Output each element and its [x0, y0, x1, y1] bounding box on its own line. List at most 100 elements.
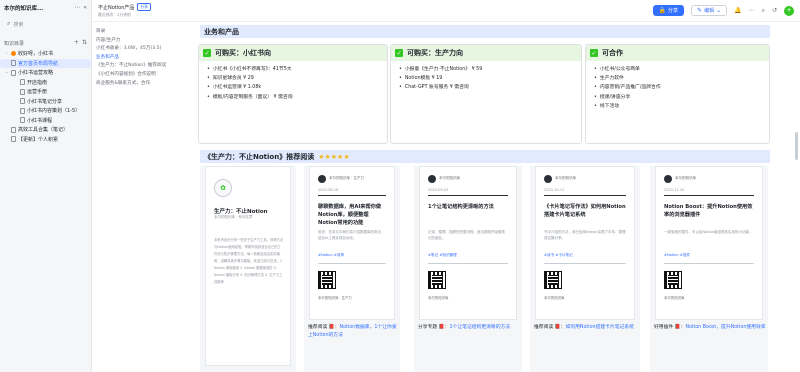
sidebar-item[interactable]: 小红书笔记分享: [0, 97, 91, 107]
divider: [428, 263, 508, 264]
sidebar-item[interactable]: 运营手册: [0, 87, 91, 97]
author-name: 本尔的知识库: [675, 176, 696, 180]
sidebar-item-label: 运营手册: [27, 89, 48, 96]
collapse-icon[interactable]: «: [83, 5, 87, 11]
showcase-article-3[interactable]: 本尔的知识库 2023-10-11 《卡片笔记写作法》如何用Notion搭建卡片笔记…: [530, 166, 640, 372]
doc-title[interactable]: 不止Notion产品: [98, 4, 134, 11]
author-name: 本尔的知识库: [555, 176, 576, 180]
article-excerpt: 记录、整理、回顾的完整流程，适合刚刚开始做笔记的朋友。: [428, 230, 505, 240]
author-avatar: [318, 175, 326, 183]
search-icon: ⌕: [7, 20, 11, 27]
expand-arrow-icon[interactable]: ⌄: [4, 70, 9, 75]
business-card-cooperation: ✓ 可合作 小红书/公众号商单生产力软件内容营销/产品推广/品牌合作授课/讲座分享…: [585, 44, 770, 144]
sidebar-item-label: 官方首页布局导航: [18, 60, 59, 67]
toc-item[interactable]: 业务和产品: [96, 54, 192, 63]
edit-button[interactable]: ✎ 编辑 ⌄: [691, 5, 728, 16]
document-icon: [20, 88, 25, 95]
sidebar-item-label: 收好呀，小红书: [18, 51, 54, 58]
app: 本尔的知识库... ⋯ « ⌕ 搜索 知识目录 + ⇅ › 收好呀，小红书 官方首页…: [0, 0, 800, 372]
card-list-item: 模板/内容定制服务（面议） ¥ 需咨询: [207, 93, 379, 102]
card-list-item: 小报童《生产力·不止Notion》 ¥ 59: [399, 65, 573, 74]
sidebar-item[interactable]: 官方首页布局导航: [0, 58, 91, 68]
more-icon[interactable]: ⋯: [74, 5, 80, 11]
sidebar-item[interactable]: › 收好呀，小红书: [0, 49, 91, 59]
article-caption: 推荐阅读 📕：Notion数据库，1个让你爱上Notion的方法: [308, 324, 400, 339]
history-icon[interactable]: ↺: [772, 7, 777, 14]
article-footer: 本尔的知识库 · 生产力: [318, 296, 352, 300]
showcase-intro[interactable]: ✿ 生产力：不止Notion 本尔的知识库 · 系列文章 本系列旨在分享一些关于…: [200, 166, 296, 372]
sidebar-item[interactable]: 高效工具合集（笔记）: [0, 125, 91, 135]
card-list-item: 小红书《小红书不停再写》：41节5大: [207, 65, 379, 74]
check-icon: ✓: [203, 49, 211, 57]
toc-item[interactable]: 《生产力：不止Notion》推荐阅读: [96, 62, 192, 71]
article-caption: 好用插件 📕：Notion Boost，提升Notion使用效率: [654, 324, 768, 332]
intro-title: 生产力：不止Notion: [214, 209, 268, 215]
avatar[interactable]: +: [784, 5, 794, 16]
toc-item[interactable]: 内容/生产力: [96, 37, 192, 46]
divider: [664, 195, 754, 196]
sidebar-item-label: 开店指南: [27, 79, 48, 86]
notification-icon[interactable]: 🔔: [734, 7, 741, 14]
toc-item[interactable]: 《小红书内容规划》合作说明: [96, 71, 192, 80]
sidebar-header: 本尔的知识库... ⋯ «: [0, 0, 91, 16]
card-list-item: 授课/讲座分享: [594, 93, 761, 102]
card-list-item: 线下活动: [594, 102, 761, 111]
sidebar-item[interactable]: ⌄ 小红书运营攻略: [0, 68, 91, 78]
table-of-contents: 目录 内容/生产力 小红书收录：3.6W，45万(3.5) 业务和产品 《生产力：不止N…: [96, 28, 192, 88]
scrollbar[interactable]: [792, 22, 800, 372]
article-page: 本尔的知识库 2023-09-02 1个让笔记结构更清晰的方法 记录、整理、回顾的完整…: [419, 166, 517, 320]
expand-arrow-icon[interactable]: ›: [4, 51, 9, 56]
business-heading: 业务和产品: [200, 25, 770, 38]
sidebar-item[interactable]: 【更新】个人积累: [0, 135, 91, 145]
document-icon: [20, 98, 25, 105]
showcase-article-1[interactable]: 本尔的知识库 · 生产力 2023-08-16 聊聊数据库，用AI来帮你做Notio…: [304, 166, 400, 372]
business-heading-text: 业务和产品: [204, 27, 239, 36]
showcase-article-4[interactable]: 本尔的知识库 2023-11-20 Notion Boost：提升Notion使用效…: [650, 166, 768, 372]
toc-item[interactable]: 小红书收录：3.6W，45万(3.5): [96, 45, 192, 54]
caption-link[interactable]: Notion Boost，提升Notion使用效率: [685, 325, 765, 330]
caption-link[interactable]: 1个让笔记结构更清晰的方法: [449, 325, 510, 330]
article-footer: 本尔的知识库: [544, 296, 565, 300]
share-button[interactable]: 🔒 分享: [652, 5, 685, 16]
divider: [544, 195, 626, 196]
doc-subtitle: 最近修改：2分钟前: [98, 12, 131, 17]
document-icon: [11, 126, 16, 133]
author-avatar: [544, 175, 552, 183]
toc-item[interactable]: 商业服务&联系方式，合作: [96, 80, 192, 89]
section-label: 知识目录: [4, 40, 25, 47]
divider: [318, 263, 386, 264]
workspace-title[interactable]: 本尔的知识库...: [4, 4, 71, 12]
lock-icon: 🔒: [658, 6, 667, 14]
document-icon: [20, 117, 25, 124]
showcase-article-2[interactable]: 本尔的知识库 2023-09-02 1个让笔记结构更清晰的方法 记录、整理、回顾的完整…: [414, 166, 522, 372]
sidebar-item-label: 小红书笔记分享: [27, 98, 63, 105]
sidebar-section: 知识目录 + ⇅: [0, 37, 91, 49]
scrollbar-thumb[interactable]: [795, 132, 798, 160]
article-caption: 分享专题 📕：1个让笔记结构更清晰的方法: [418, 324, 522, 332]
card-title: 可购买：小红书向: [215, 49, 271, 57]
article-tag: #Notion #插件: [664, 253, 691, 257]
card-list-item: 知识星球会员 ¥ 29: [207, 74, 379, 83]
search-icon[interactable]: ⌕: [762, 7, 765, 14]
sidebar-item[interactable]: 开店指南: [0, 78, 91, 88]
article-excerpt: 书中介绍的方法，我已经用Notion实践了半年，整理成这篇分享。: [544, 230, 626, 240]
edit-icon: ✎: [697, 6, 703, 14]
sidebar-item[interactable]: 小红书课程: [0, 116, 91, 126]
article-date: 2023-08-16: [318, 188, 339, 192]
article-tag: #读书 #卡片笔记: [544, 253, 573, 257]
emoji-icon: [11, 51, 16, 57]
article-page: 本尔的知识库 2023-11-20 Notion Boost：提升Notion使用效…: [655, 166, 763, 320]
more-options-icon[interactable]: ⋯: [749, 7, 755, 14]
article-date: 2023-09-02: [428, 188, 449, 192]
reading-heading: 《生产力：不止Notion》推荐阅读 ★★★★★: [200, 150, 770, 163]
sort-icon[interactable]: ⇅: [82, 40, 87, 46]
add-icon[interactable]: +: [74, 40, 79, 46]
sidebar-search[interactable]: ⌕ 搜索: [4, 19, 87, 29]
star-rating: ★★★★★: [318, 152, 350, 161]
caption-prefix: 好用插件 📕：: [654, 325, 686, 330]
toc-item[interactable]: 目录: [96, 28, 192, 37]
chevron-down-icon: ⌄: [716, 6, 722, 14]
check-icon: ✓: [395, 49, 403, 57]
sidebar-item[interactable]: 小红书内容策划（1-5）: [0, 106, 91, 116]
caption-link[interactable]: 如何用Notion搭建卡片笔记系统: [565, 325, 633, 330]
